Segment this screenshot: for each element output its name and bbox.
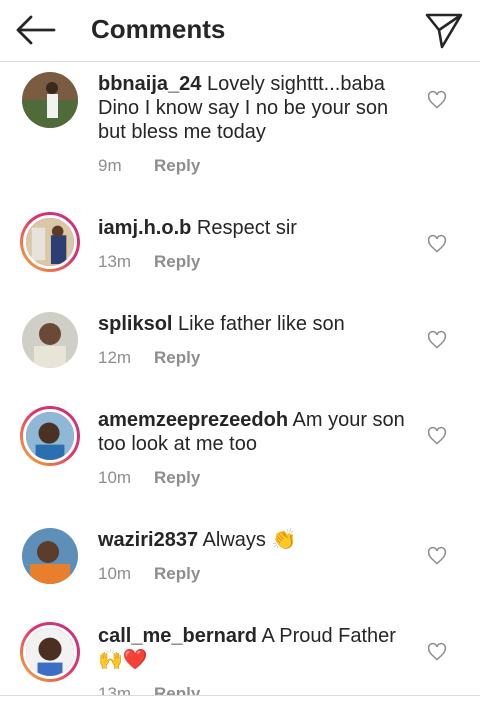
comment-text: spliksol Like father like son [98,312,416,336]
avatar[interactable] [20,212,80,272]
comment-meta: 10m Reply [98,468,200,488]
comment-username[interactable]: spliksol [98,313,172,335]
comment-time: 13m [98,684,132,695]
comment-username[interactable]: bbnaija_24 [98,73,201,95]
avatar[interactable] [20,406,80,466]
comment-message: Always [202,529,266,551]
avatar[interactable] [22,72,78,128]
comment-username[interactable]: waziri2837 [98,529,198,551]
avatar[interactable] [22,528,78,584]
comment-item: waziri2837 Always 👏 10m Reply [0,514,480,610]
reply-button[interactable]: Reply [154,156,200,175]
reply-button[interactable]: Reply [154,348,200,367]
comment-text: iamj.h.o.b Respect sir [98,216,416,240]
comment-time: 9m [98,156,122,175]
like-heart-icon[interactable] [427,330,447,350]
comment-item: iamj.h.o.b Respect sir 13m Reply [0,202,480,298]
comment-meta: 13m Reply [98,684,200,695]
arrow-left-icon [16,15,56,45]
comment-time: 13m [98,252,132,271]
comment-username[interactable]: amemzeeprezeedoh [98,409,288,431]
comment-time: 10m [98,468,132,487]
page-title: Comments [91,14,226,44]
raised-hands-heart-icon: 🙌❤️ [98,649,148,671]
share-button[interactable] [424,10,464,50]
comment-text: bbnaija_24 Lovely sighttt...baba Dino I … [98,72,416,144]
comment-meta: 12m Reply [98,348,200,368]
comment-meta: 13m Reply [98,252,200,272]
reply-button[interactable]: Reply [154,564,200,583]
comment-item: spliksol Like father like son 12m Reply [0,298,480,394]
like-heart-icon[interactable] [427,426,447,446]
comment-text: amemzeeprezeedoh Am your son too look at… [98,408,416,456]
reply-button[interactable]: Reply [154,252,200,271]
like-heart-icon[interactable] [427,90,447,110]
comment-message: Respect sir [196,217,297,239]
comment-username[interactable]: iamj.h.o.b [98,217,191,239]
reply-button[interactable]: Reply [154,684,200,695]
paper-plane-icon [425,13,463,49]
avatar[interactable] [20,622,80,682]
avatar[interactable] [22,312,78,368]
comment-message: Like father like son [178,313,345,335]
like-heart-icon[interactable] [427,642,447,662]
comment-item: bbnaija_24 Lovely sighttt...baba Dino I … [0,62,480,202]
reply-button[interactable]: Reply [154,468,200,487]
clapping-hands-icon: 👏 [271,529,297,551]
comment-text: waziri2837 Always 👏 [98,528,416,552]
comment-meta: 10m Reply [98,564,200,584]
comment-time: 12m [98,348,132,367]
comment-time: 10m [98,564,132,583]
bottom-divider [0,695,480,701]
comment-text: call_me_bernard A Proud Father 🙌❤️ [98,624,416,672]
like-heart-icon[interactable] [427,546,447,566]
header-bar: Comments [0,0,480,62]
comment-meta: 9m Reply [98,156,200,176]
comment-item: amemzeeprezeedoh Am your son too look at… [0,394,480,514]
comment-message: A Proud Father [261,625,396,647]
like-heart-icon[interactable] [427,234,447,254]
back-button[interactable] [14,12,58,48]
comment-item: call_me_bernard A Proud Father 🙌❤️ 13m Re… [0,610,480,695]
comment-username[interactable]: call_me_bernard [98,625,257,647]
comments-list[interactable]: bbnaija_24 Lovely sighttt...baba Dino I … [0,62,480,695]
